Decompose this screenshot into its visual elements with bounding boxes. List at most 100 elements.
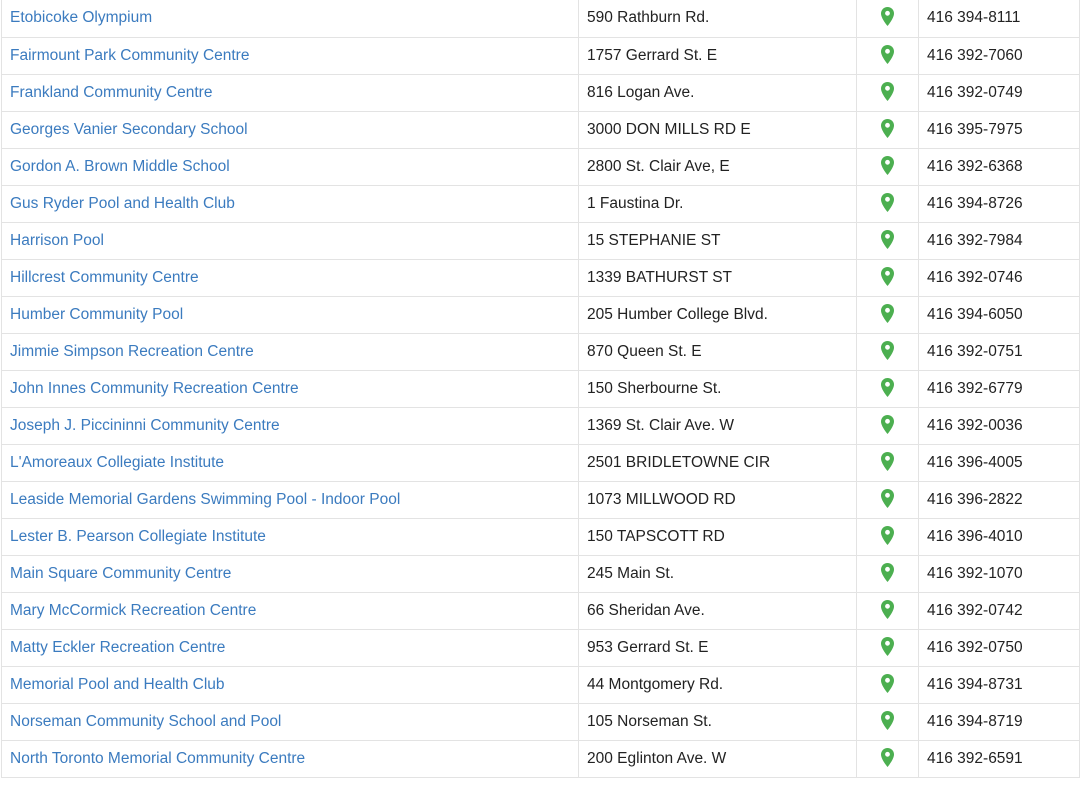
map-pin-icon[interactable]: [881, 710, 894, 730]
location-address: 3000 DON MILLS RD E: [578, 110, 857, 149]
location-address: 15 STEPHANIE ST: [578, 221, 857, 260]
location-phone: 416 392-0750: [918, 628, 1080, 667]
map-cell: [856, 184, 919, 223]
location-name-cell: North Toronto Memorial Community Centre: [1, 739, 579, 778]
location-name-cell: Main Square Community Centre: [1, 554, 579, 593]
map-pin-icon[interactable]: [881, 44, 894, 64]
map-cell: [856, 665, 919, 704]
location-name-cell: Gordon A. Brown Middle School: [1, 147, 579, 186]
location-address: 1073 MILLWOOD RD: [578, 480, 857, 519]
location-name-link[interactable]: Frankland Community Centre: [10, 84, 212, 101]
location-name-cell: Mary McCormick Recreation Centre: [1, 591, 579, 630]
location-name-link[interactable]: Hillcrest Community Centre: [10, 269, 199, 286]
location-phone: 416 394-8111: [918, 0, 1080, 38]
location-name-cell: Norseman Community School and Pool: [1, 702, 579, 741]
location-name-link[interactable]: Leaside Memorial Gardens Swimming Pool -…: [10, 491, 400, 508]
location-address: 2501 BRIDLETOWNE CIR: [578, 443, 857, 482]
location-address: 44 Montgomery Rd.: [578, 665, 857, 704]
location-name-link[interactable]: Memorial Pool and Health Club: [10, 676, 225, 693]
map-pin-icon[interactable]: [881, 155, 894, 175]
table-row: John Innes Community Recreation Centre 1…: [1, 369, 1080, 408]
location-address: 200 Eglinton Ave. W: [578, 739, 857, 778]
location-name-link[interactable]: Fairmount Park Community Centre: [10, 47, 249, 64]
location-name-cell: Harrison Pool: [1, 221, 579, 260]
location-phone: 416 394-6050: [918, 295, 1080, 334]
map-pin-icon[interactable]: [881, 266, 894, 286]
map-pin-icon[interactable]: [881, 303, 894, 323]
map-pin-icon[interactable]: [881, 562, 894, 582]
location-phone: 416 392-0036: [918, 406, 1080, 445]
location-address: 1 Faustina Dr.: [578, 184, 857, 223]
table-row: Gordon A. Brown Middle School 2800 St. C…: [1, 147, 1080, 186]
map-pin-icon[interactable]: [881, 451, 894, 471]
map-pin-icon[interactable]: [881, 7, 894, 27]
location-phone: 416 395-7975: [918, 110, 1080, 149]
table-row: Georges Vanier Secondary School 3000 DON…: [1, 110, 1080, 149]
map-pin-icon[interactable]: [881, 377, 894, 397]
locations-table-container: Etobicoke Olympium 590 Rathburn Rd. 416 …: [0, 0, 1080, 778]
map-cell: [856, 443, 919, 482]
location-name-cell: Matty Eckler Recreation Centre: [1, 628, 579, 667]
map-pin-icon[interactable]: [881, 229, 894, 249]
map-cell: [856, 591, 919, 630]
table-row: Etobicoke Olympium 590 Rathburn Rd. 416 …: [1, 0, 1080, 38]
location-phone: 416 392-1070: [918, 554, 1080, 593]
location-name-link[interactable]: Gus Ryder Pool and Health Club: [10, 195, 235, 212]
map-cell: [856, 406, 919, 445]
table-row: Harrison Pool 15 STEPHANIE ST 416 392-79…: [1, 221, 1080, 260]
location-name-cell: Hillcrest Community Centre: [1, 258, 579, 297]
map-pin-icon[interactable]: [881, 599, 894, 619]
map-cell: [856, 36, 919, 75]
location-name-link[interactable]: Matty Eckler Recreation Centre: [10, 639, 225, 656]
location-name-cell: Joseph J. Piccininni Community Centre: [1, 406, 579, 445]
location-phone: 416 394-8726: [918, 184, 1080, 223]
location-name-link[interactable]: L'Amoreaux Collegiate Institute: [10, 454, 224, 471]
table-row: Lester B. Pearson Collegiate Institute 1…: [1, 517, 1080, 556]
map-cell: [856, 332, 919, 371]
location-name-link[interactable]: Main Square Community Centre: [10, 565, 231, 582]
table-row: Jimmie Simpson Recreation Centre 870 Que…: [1, 332, 1080, 371]
location-address: 150 Sherbourne St.: [578, 369, 857, 408]
location-name-link[interactable]: North Toronto Memorial Community Centre: [10, 750, 305, 767]
map-pin-icon[interactable]: [881, 414, 894, 434]
location-name-link[interactable]: John Innes Community Recreation Centre: [10, 380, 299, 397]
map-pin-icon[interactable]: [881, 118, 894, 138]
location-address: 205 Humber College Blvd.: [578, 295, 857, 334]
map-pin-icon[interactable]: [881, 192, 894, 212]
location-name-link[interactable]: Mary McCormick Recreation Centre: [10, 602, 256, 619]
map-pin-icon[interactable]: [881, 488, 894, 508]
map-pin-icon[interactable]: [881, 747, 894, 767]
map-pin-icon[interactable]: [881, 636, 894, 656]
map-pin-icon[interactable]: [881, 525, 894, 545]
location-name-cell: Gus Ryder Pool and Health Club: [1, 184, 579, 223]
location-name-link[interactable]: Jimmie Simpson Recreation Centre: [10, 343, 254, 360]
location-name-link[interactable]: Gordon A. Brown Middle School: [10, 158, 230, 175]
location-phone: 416 392-7060: [918, 36, 1080, 75]
location-name-cell: Jimmie Simpson Recreation Centre: [1, 332, 579, 371]
map-cell: [856, 0, 919, 38]
map-cell: [856, 554, 919, 593]
map-cell: [856, 221, 919, 260]
location-name-cell: Memorial Pool and Health Club: [1, 665, 579, 704]
location-name-link[interactable]: Lester B. Pearson Collegiate Institute: [10, 528, 266, 545]
location-name-cell: Frankland Community Centre: [1, 73, 579, 112]
map-cell: [856, 628, 919, 667]
map-pin-icon[interactable]: [881, 81, 894, 101]
location-phone: 416 394-8731: [918, 665, 1080, 704]
location-name-link[interactable]: Norseman Community School and Pool: [10, 713, 281, 730]
location-phone: 416 396-4005: [918, 443, 1080, 482]
map-cell: [856, 739, 919, 778]
map-pin-icon[interactable]: [881, 673, 894, 693]
location-name-link[interactable]: Harrison Pool: [10, 232, 104, 249]
location-name-link[interactable]: Georges Vanier Secondary School: [10, 121, 248, 138]
location-address: 245 Main St.: [578, 554, 857, 593]
location-phone: 416 392-0746: [918, 258, 1080, 297]
map-pin-icon[interactable]: [881, 340, 894, 360]
location-address: 590 Rathburn Rd.: [578, 0, 857, 38]
location-name-link[interactable]: Etobicoke Olympium: [10, 9, 152, 26]
location-address: 953 Gerrard St. E: [578, 628, 857, 667]
location-name-link[interactable]: Humber Community Pool: [10, 306, 183, 323]
location-phone: 416 396-4010: [918, 517, 1080, 556]
map-cell: [856, 295, 919, 334]
location-name-link[interactable]: Joseph J. Piccininni Community Centre: [10, 417, 280, 434]
